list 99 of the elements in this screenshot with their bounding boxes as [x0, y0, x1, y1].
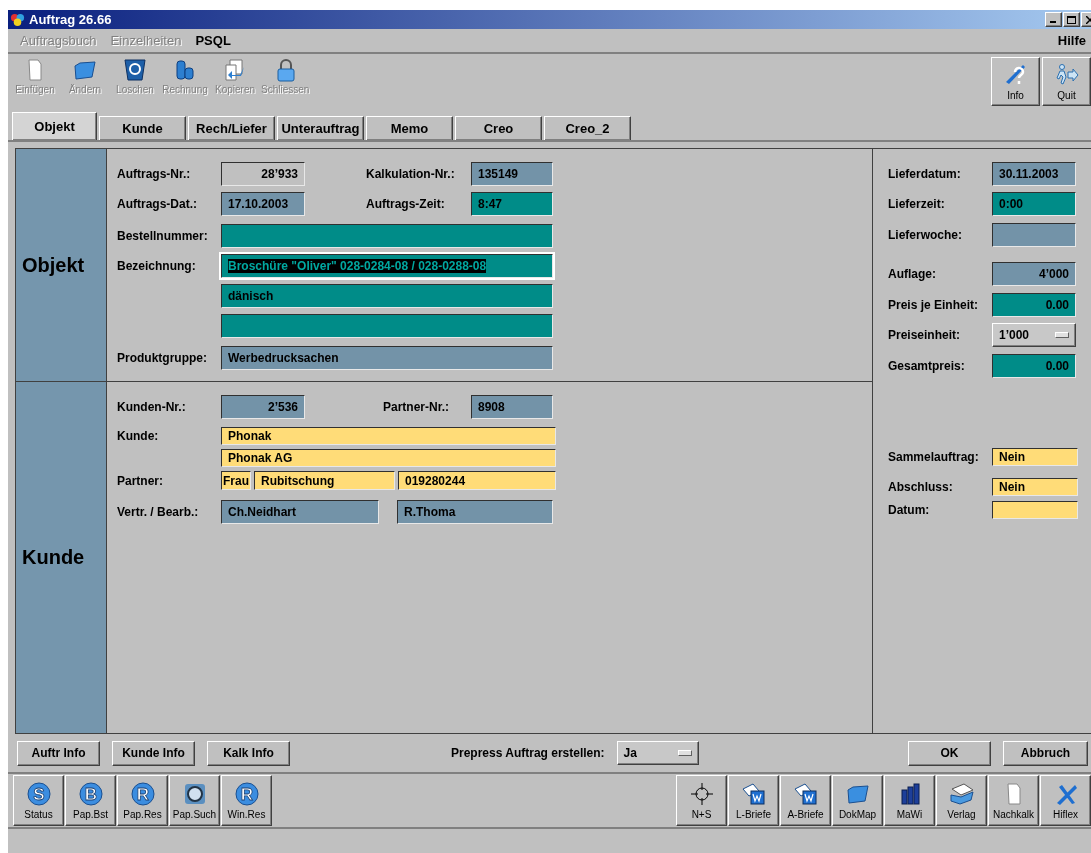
input-field[interactable]: 8908 [471, 395, 553, 419]
toolbar-button[interactable]: Info [991, 57, 1040, 106]
minimize-button[interactable] [1045, 12, 1062, 27]
input-field[interactable]: 28’933 [221, 162, 305, 186]
field-label: Auftrags-Dat.: [117, 197, 198, 211]
field-label: Bezeichnung: [117, 259, 197, 273]
input-field[interactable]: 0:00 [992, 192, 1076, 216]
field-label: Lieferdatum: [888, 167, 962, 181]
input-field[interactable]: Phonak [221, 427, 556, 445]
dialog-button[interactable]: OK [908, 740, 991, 766]
launcher-button[interactable]: S Status [13, 775, 64, 826]
field-label: Kunde: [117, 429, 160, 443]
input-field[interactable]: 019280244 [398, 471, 556, 490]
letter-icon [740, 781, 767, 807]
launcher-button[interactable]: A-Briefe [780, 775, 831, 826]
field-label: Partner-Nr.: [383, 400, 451, 414]
field-label: Abschluss: [888, 480, 954, 494]
tab[interactable]: Rech/Liefer [188, 116, 275, 140]
launcher-button[interactable]: R Win.Res [221, 775, 272, 826]
dropdown[interactable]: 1’000 [992, 323, 1076, 347]
field-label: Datum: [888, 503, 931, 517]
field-label: Auftrags-Nr.: [117, 167, 192, 181]
input-field[interactable]: 135149 [471, 162, 553, 186]
field-label: Produktgruppe: [117, 351, 208, 365]
field-label: Vertr. / Bearb.: [117, 505, 200, 519]
info-button[interactable]: Auftr Info [17, 740, 100, 766]
trash-icon [122, 57, 148, 83]
crosshair-icon [688, 781, 715, 807]
input-field[interactable] [221, 314, 553, 338]
toolbar-button[interactable]: Quit [1042, 57, 1091, 106]
input-field[interactable]: dänisch [221, 284, 553, 308]
tab[interactable]: Kunde [99, 116, 186, 140]
section-title: Kunde [22, 546, 85, 569]
ball-icon: R [233, 781, 260, 807]
input-field[interactable]: Werbedrucksachen [221, 346, 553, 370]
field-label: Lieferzeit: [888, 197, 946, 211]
app-icon [10, 12, 25, 27]
tab[interactable]: Unterauftrag [277, 116, 364, 140]
dropdown-icon [677, 750, 692, 756]
info-button[interactable]: Kunde Info [112, 740, 195, 766]
tab[interactable]: Creo_2 [544, 116, 631, 140]
field-label: Partner: [117, 473, 164, 488]
field-label: Kalkulation-Nr.: [366, 167, 456, 181]
input-field[interactable]: Frau [221, 471, 251, 490]
launcher-button[interactable]: Hiflex [1040, 775, 1091, 826]
tab[interactable]: Memo [366, 116, 453, 140]
launcher-button[interactable]: MaWi [884, 775, 935, 826]
ball-icon: B [77, 781, 104, 807]
maximize-icon [1067, 15, 1076, 24]
menu-item[interactable]: Hilfe [1053, 33, 1090, 48]
input-field[interactable]: 8:47 [471, 192, 553, 216]
dropdown[interactable]: Ja [616, 741, 699, 765]
tab[interactable]: Objekt [12, 112, 97, 140]
input-field[interactable]: Broschüre "Oliver" 028-0284-08 / 028-0288-08 [221, 254, 553, 278]
input-field[interactable]: Nein [992, 448, 1078, 466]
field-label: Lieferwoche: [888, 228, 963, 242]
launcher-button[interactable]: N+S [676, 775, 727, 826]
section-title: Objekt [22, 253, 85, 277]
menu-item[interactable]: PSQL [191, 33, 235, 48]
field-label: Auflage: [888, 267, 937, 281]
window-title: Auftrag 26.66 [29, 12, 112, 27]
input-field[interactable]: Ch.Neidhart [221, 500, 379, 524]
input-field[interactable]: 0.00 [992, 354, 1076, 378]
input-field[interactable]: 30.11.2003 [992, 162, 1076, 186]
input-field[interactable]: Phonak AG [221, 449, 556, 467]
letter-icon [792, 781, 819, 807]
input-field[interactable]: 0.00 [992, 293, 1076, 317]
field-label: Prepress Auftrag erstellen: [451, 746, 605, 760]
input-field[interactable] [992, 501, 1078, 519]
input-field[interactable] [992, 223, 1076, 247]
input-field[interactable]: 2’536 [221, 395, 305, 419]
launcher-button[interactable]: R Pap.Res [117, 775, 168, 826]
input-field[interactable]: 17.10.2003 [221, 192, 305, 216]
field-label: Sammelauftrag: [888, 450, 980, 464]
input-field[interactable]: R.Thoma [397, 500, 553, 524]
field-label: Preis je Einheit: [888, 298, 980, 312]
launcher-button[interactable]: L-Briefe [728, 775, 779, 826]
field-label: Gesamtpreis: [888, 359, 966, 373]
field-label: Kunden-Nr.: [117, 400, 187, 414]
ball-icon: R [129, 781, 156, 807]
input-field[interactable]: 4’000 [992, 262, 1076, 286]
ball-icon: S [25, 781, 52, 807]
launcher-button[interactable]: DokMap [832, 775, 883, 826]
info-button[interactable]: Kalk Info [207, 740, 290, 766]
field-label: Bestellnummer: [117, 229, 209, 243]
tab[interactable]: Creo [455, 116, 542, 140]
launcher-button[interactable]: Pap.Such [169, 775, 220, 826]
launcher-button[interactable]: B Pap.Bst [65, 775, 116, 826]
dialog-button[interactable]: Abbruch [1003, 740, 1088, 766]
dropdown-icon [1055, 332, 1069, 338]
close-icon [1085, 15, 1091, 24]
input-field[interactable] [221, 224, 553, 248]
maximize-button[interactable] [1063, 12, 1080, 27]
field-label: Auftrags-Zeit: [366, 197, 446, 211]
input-field[interactable]: Rubitschung [254, 471, 395, 490]
input-field[interactable]: Nein [992, 478, 1078, 496]
launcher-button[interactable]: Nachkalk [988, 775, 1039, 826]
field-label: Preiseinheit: [888, 328, 962, 342]
launcher-button[interactable]: Verlag [936, 775, 987, 826]
